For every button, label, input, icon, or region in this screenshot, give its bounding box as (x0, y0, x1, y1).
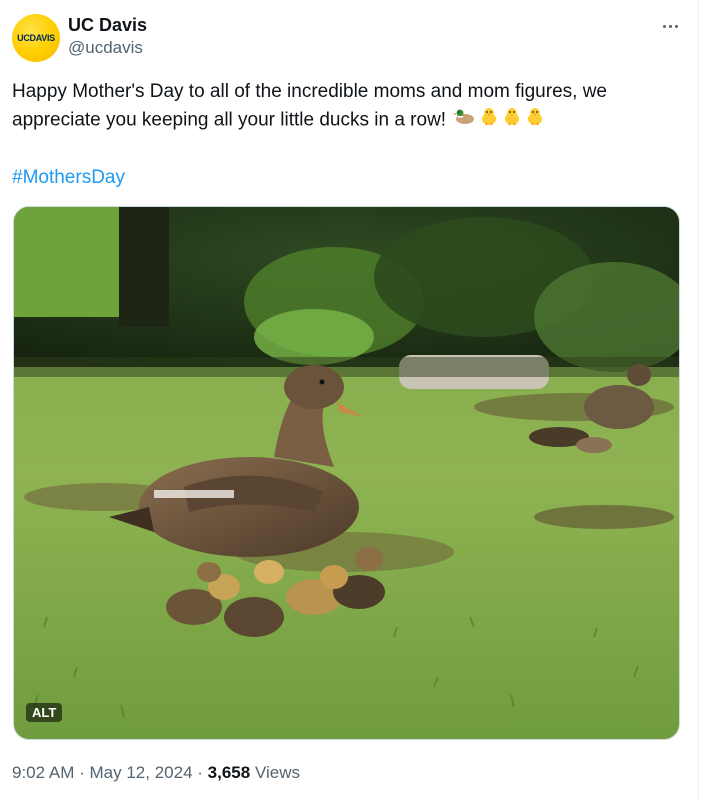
views-label: Views (254, 763, 300, 782)
hashtag-link[interactable]: #MothersDay (12, 164, 125, 192)
author-handle[interactable]: @ucdavis (68, 36, 147, 60)
meta-separator: · (79, 763, 85, 782)
duck-emoji-icon (453, 106, 476, 135)
tweet-time[interactable]: 9:02 AM (12, 763, 74, 782)
alt-text-badge[interactable]: ALT (26, 703, 63, 722)
tweet-metadata: 9:02 AM · May 12, 2024 · 3,658 Views (12, 762, 300, 784)
author-names: UC Davis @ucdavis (68, 14, 147, 60)
tweet-text: Happy Mother's Day to all of the incredi… (12, 78, 682, 135)
baby-chick-icon (525, 106, 545, 135)
more-horizontal-icon (662, 24, 666, 28)
ducks-photo (14, 207, 679, 739)
tweet-header: UCDAVIS UC Davis @ucdavis (12, 12, 685, 64)
baby-chick-icon (479, 106, 499, 135)
meta-separator: · (197, 763, 203, 782)
avatar[interactable]: UCDAVIS (12, 14, 60, 62)
tweet-text-line-1: Happy Mother's Day to all of the incredi… (12, 81, 607, 102)
more-options-button[interactable] (655, 16, 685, 36)
tweet-text-line-2: appreciate you keeping all your little d… (12, 109, 447, 131)
timeline-divider (698, 0, 699, 800)
views-count[interactable]: 3,658 (208, 763, 251, 782)
tweet-date[interactable]: May 12, 2024 (90, 763, 193, 782)
tweet-photo[interactable] (13, 206, 680, 740)
avatar-logo-text: UCDAVIS (17, 33, 55, 43)
more-dot (668, 24, 672, 28)
author-display-name[interactable]: UC Davis (68, 14, 147, 36)
more-dot (674, 24, 678, 28)
baby-chick-icon (502, 106, 522, 135)
